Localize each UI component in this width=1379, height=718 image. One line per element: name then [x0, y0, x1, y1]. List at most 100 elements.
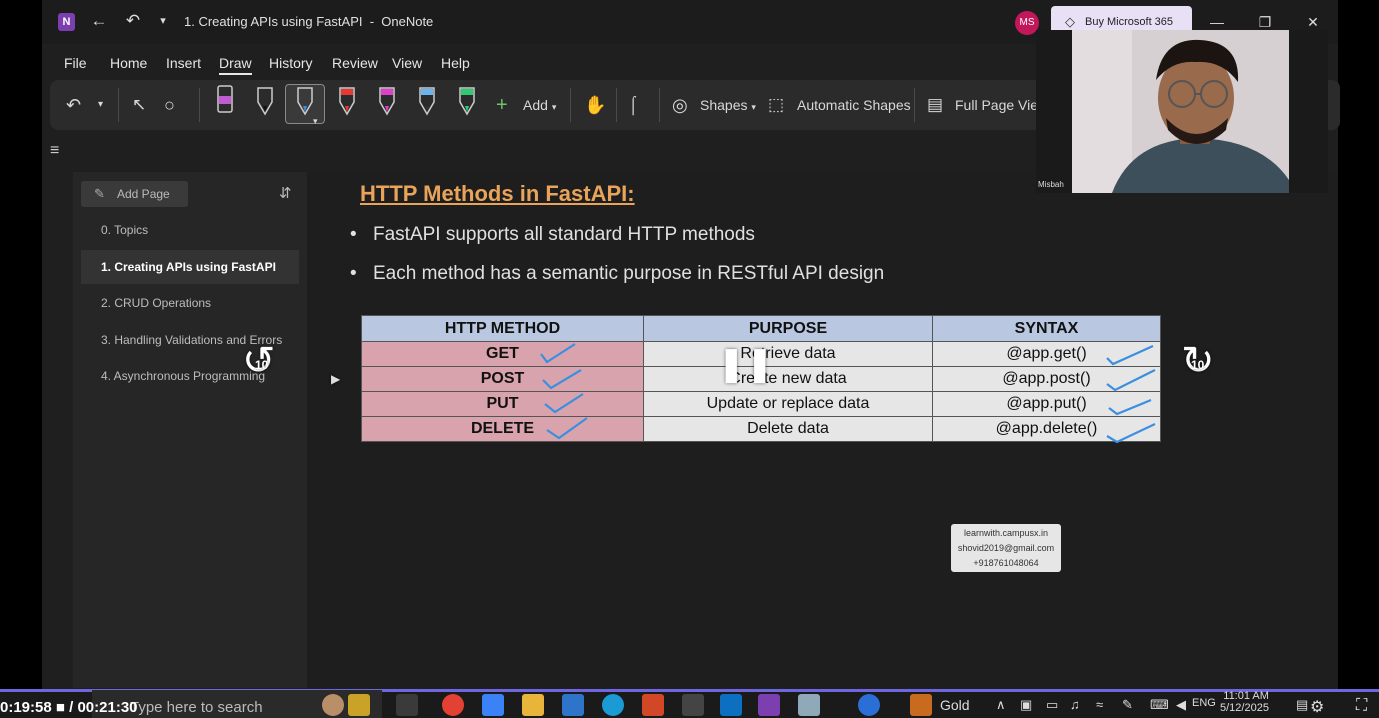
expand-panel-icon[interactable]: ▶: [331, 372, 340, 386]
column-header-method: HTTP METHOD: [361, 315, 644, 342]
automatic-shapes-icon[interactable]: ⬚: [768, 92, 784, 118]
clock-time: 11:01 AM: [1223, 690, 1269, 702]
pause-icon[interactable]: ❚❚: [717, 344, 774, 384]
pen-red-icon[interactable]: [336, 84, 358, 118]
watermark-contact: learnwith.campusx.in shovid2019@gmail.co…: [951, 524, 1061, 572]
hand-icon[interactable]: ✋: [584, 92, 606, 118]
add-pen-icon[interactable]: +: [496, 92, 508, 118]
vs-tool-icon[interactable]: [562, 694, 584, 716]
menu-file[interactable]: File: [64, 55, 87, 71]
navigation-menu-icon[interactable]: ≡: [50, 142, 59, 160]
webcam-overlay: Misbah: [1036, 30, 1328, 193]
copilot-icon[interactable]: [482, 694, 504, 716]
method-cell: GET: [361, 341, 644, 367]
vscode-icon[interactable]: [720, 694, 742, 716]
purpose-cell: Create new data: [643, 366, 933, 392]
table-header-row: HTTP METHOD PURPOSE SYNTAX: [361, 315, 1161, 342]
presenter-image: [1072, 30, 1289, 193]
volume-icon[interactable]: ♫: [1070, 697, 1080, 712]
tray-app-icon[interactable]: ▣: [1020, 697, 1032, 713]
add-page-button[interactable]: ✎ Add Page: [81, 181, 188, 207]
screen: N ← ↶ ▾ 1. Creating APIs using FastAPI -…: [0, 0, 1379, 718]
settings-gear-icon[interactable]: ⚙: [1310, 697, 1324, 717]
pen-options-dropdown-icon[interactable]: ▾: [313, 108, 318, 134]
notes-app-icon[interactable]: [798, 694, 820, 716]
webcam-name: Misbah: [1038, 180, 1064, 189]
add-button[interactable]: Add ▾: [523, 92, 556, 118]
page-item-creating-apis[interactable]: 1. Creating APIs using FastAPI: [81, 250, 299, 284]
ruler-icon[interactable]: ⌠: [628, 92, 638, 118]
lasso-tool-icon[interactable]: ○: [164, 92, 175, 118]
shapes-button[interactable]: Shapes ▾: [700, 92, 756, 118]
taskbar-store-icon[interactable]: [348, 694, 370, 716]
undo-icon[interactable]: ↶: [122, 10, 144, 32]
speaker-icon[interactable]: ◀: [1176, 697, 1186, 713]
task-view-icon[interactable]: [396, 694, 418, 716]
weather-label: Gold: [940, 697, 970, 713]
menu-history[interactable]: History: [269, 55, 313, 71]
page-heading: HTTP Methods in FastAPI:: [360, 181, 635, 206]
add-page-label: Add Page: [117, 187, 170, 201]
video-duration: 00:21:30: [77, 699, 138, 716]
keyboard-icon[interactable]: ⌨: [1150, 697, 1169, 713]
wifi-icon[interactable]: ≈: [1096, 697, 1103, 712]
system-clock[interactable]: 11:01 AM 5/12/2025: [1220, 690, 1269, 714]
tray-chevron-icon[interactable]: ∧: [996, 697, 1006, 713]
pen-black-icon[interactable]: [254, 84, 276, 118]
full-page-view-icon[interactable]: ▤: [927, 92, 943, 118]
method-cell: DELETE: [361, 416, 644, 442]
windows-start-icon[interactable]: ■: [56, 699, 65, 716]
page-item-crud[interactable]: 2. CRUD Operations: [81, 286, 299, 320]
menu-insert[interactable]: Insert: [166, 55, 201, 71]
note-canvas: HTTP Methods in FastAPI: FastAPI support…: [242, 172, 1338, 688]
pen-green-icon[interactable]: [456, 84, 478, 118]
pen-magenta-icon[interactable]: [376, 84, 398, 118]
pen-tray-icon[interactable]: ✎: [1122, 697, 1133, 713]
highlighter-pink-icon[interactable]: [214, 84, 236, 118]
page-item-topics[interactable]: 0. Topics: [81, 213, 299, 247]
add-label: Add: [523, 97, 548, 113]
video-elapsed: 0:19:58: [0, 699, 52, 716]
onenote-logo-icon: N: [58, 13, 75, 31]
chevron-down-icon: ▾: [551, 102, 557, 112]
language-indicator[interactable]: ENG: [1192, 697, 1216, 709]
clock-date: 5/12/2025: [1220, 702, 1269, 714]
help-icon[interactable]: [858, 694, 880, 716]
sort-icon[interactable]: ⇵: [279, 184, 292, 202]
onenote-taskbar-icon[interactable]: [758, 694, 780, 716]
select-tool-icon[interactable]: ↖: [132, 92, 146, 118]
shapes-icon[interactable]: ◎: [672, 92, 688, 118]
taskbar-search-input[interactable]: Type here to search: [130, 699, 263, 716]
skip-back-seconds: 10: [255, 358, 269, 372]
window-title: 1. Creating APIs using FastAPI - OneNote: [184, 14, 434, 29]
pages-panel: ✎ Add Page ⇵ 0. Topics 1. Creating APIs …: [73, 172, 307, 688]
file-explorer-icon[interactable]: [522, 694, 544, 716]
edge-icon[interactable]: [602, 694, 624, 716]
taskbar-widget-icon[interactable]: [322, 694, 344, 716]
video-time-readout: 0:19:58 ■ / 00:21:30: [0, 699, 138, 716]
automatic-shapes-button[interactable]: Automatic Shapes: [797, 92, 911, 118]
skip-forward-seconds: 10: [1191, 358, 1205, 372]
pen-lightblue-icon[interactable]: [416, 84, 438, 118]
menu-help[interactable]: Help: [441, 55, 470, 71]
chrome-icon[interactable]: [442, 694, 464, 716]
menu-view[interactable]: View: [392, 55, 422, 71]
full-page-view-button[interactable]: Full Page View: [955, 92, 1048, 118]
undo-dropdown-icon[interactable]: ▾: [98, 92, 103, 118]
ink-checkmarks-method: [540, 343, 588, 440]
notifications-icon[interactable]: ▤: [1296, 697, 1308, 713]
back-icon[interactable]: ←: [88, 10, 110, 32]
watermark-site: learnwith.campusx.in: [963, 528, 1049, 538]
fullscreen-icon[interactable]: ⛶: [1356, 697, 1367, 715]
bullet-item: Each method has a semantic purpose in RE…: [350, 263, 884, 285]
menu-draw[interactable]: Draw: [219, 55, 252, 75]
menu-home[interactable]: Home: [110, 55, 147, 71]
purpose-cell: Retrieve data: [643, 341, 933, 367]
terminal-icon[interactable]: [682, 694, 704, 716]
office-app-icon[interactable]: [642, 694, 664, 716]
undo-icon[interactable]: ↶: [66, 92, 81, 118]
quick-access-dropdown-icon[interactable]: ▾: [152, 10, 174, 32]
menu-review[interactable]: Review: [332, 55, 378, 71]
weather-icon: [910, 694, 932, 716]
watermark-phone: +918761048064: [973, 558, 1039, 568]
